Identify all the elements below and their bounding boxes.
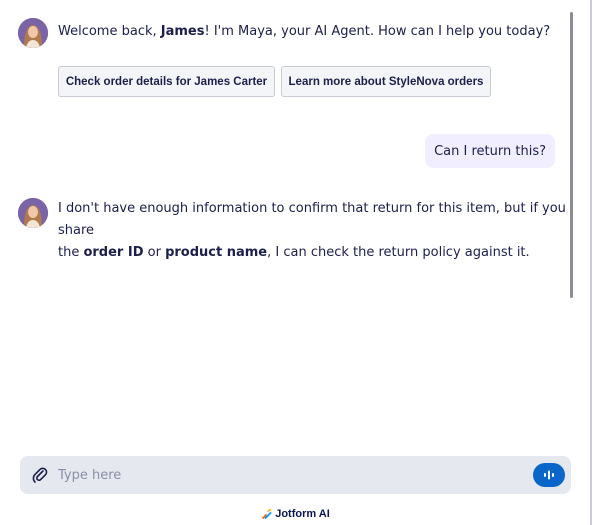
paperclip-icon[interactable] — [32, 466, 48, 484]
user-message-bubble: Can I return this? — [425, 134, 555, 168]
message-text: or — [143, 245, 166, 260]
suggestion-check-order[interactable]: Check order details for James Carter — [58, 66, 275, 97]
user-message-text: Can I return this? — [434, 143, 546, 159]
jotform-logo — [262, 509, 272, 519]
suggestion-learn-orders[interactable]: Learn more about StyleNova orders — [281, 66, 491, 97]
agent-message-return: I don't have enough information to confi… — [58, 198, 590, 264]
agent-avatar — [18, 198, 48, 228]
message-line: I don't have enough information to confi… — [58, 201, 566, 238]
message-text: , I can check the return policy against … — [267, 245, 530, 260]
jotform-branding[interactable]: Jotform AI — [0, 506, 592, 522]
agent-message-welcome: Welcome back, James! I'm Maya, your AI A… — [58, 21, 550, 43]
product-name-term: product name — [165, 245, 268, 260]
brand-text: Jotform AI — [275, 508, 330, 520]
voice-button[interactable] — [533, 463, 565, 487]
scrollbar-thumb[interactable] — [570, 12, 573, 298]
message-text: ! I'm Maya, your AI Agent. How can I hel… — [204, 24, 551, 39]
voice-bars-icon — [544, 470, 554, 480]
message-input[interactable] — [58, 456, 518, 494]
user-name: James — [160, 24, 205, 39]
chat-window: Welcome back, James! I'm Maya, your AI A… — [0, 0, 592, 525]
agent-avatar — [18, 18, 48, 48]
message-composer — [20, 456, 571, 494]
order-id-term: order ID — [83, 245, 144, 260]
message-text: Welcome back, — [58, 24, 161, 39]
message-line: the order ID or product name, I can chec… — [58, 242, 590, 264]
message-text: the — [58, 245, 84, 260]
